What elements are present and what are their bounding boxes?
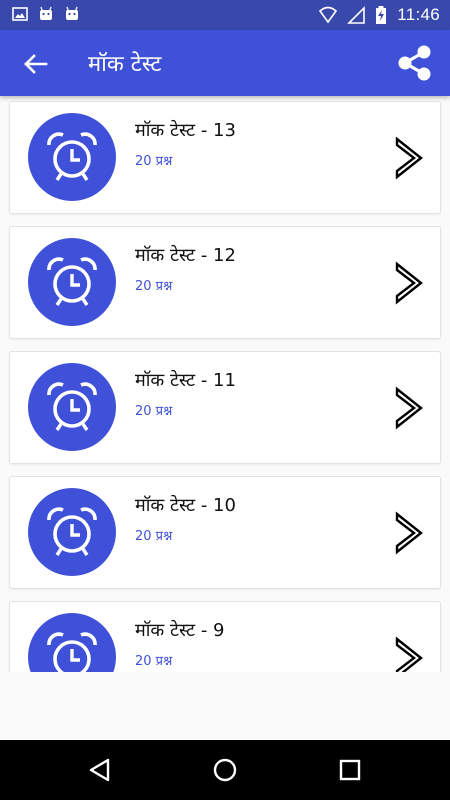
list-item[interactable]: मॉक टेस्ट - 9 20 प्रश्न xyxy=(9,601,441,672)
list-item[interactable]: मॉक टेस्ट - 10 20 प्रश्न xyxy=(9,476,441,589)
avatar xyxy=(28,363,116,451)
test-title: मॉक टेस्ट - 9 xyxy=(135,620,225,641)
chevron-right-icon[interactable] xyxy=(394,636,426,672)
share-icon[interactable] xyxy=(394,42,436,84)
alarm-clock-icon xyxy=(47,257,97,306)
alarm-clock-icon xyxy=(47,132,97,181)
alarm-clock-icon xyxy=(47,507,97,556)
question-count: 20 प्रश्न xyxy=(135,404,173,419)
alarm-clock-icon xyxy=(47,632,97,672)
page-title: मॉक टेस्ट xyxy=(88,52,162,77)
recents-square-icon[interactable] xyxy=(336,756,364,784)
mock-test-list: मॉक टेस्ट - 13 20 प्रश्न मॉक टेस्ट - 12 … xyxy=(0,96,450,672)
status-bar: 11:46 xyxy=(0,0,450,30)
wifi-icon xyxy=(319,6,338,24)
chevron-right-icon[interactable] xyxy=(394,136,426,180)
question-count: 20 प्रश्न xyxy=(135,279,173,294)
question-count: 20 प्रश्न xyxy=(135,529,173,544)
question-count: 20 प्रश्न xyxy=(135,654,173,669)
signal-icon xyxy=(347,6,366,24)
clock: 11:46 xyxy=(397,5,440,24)
alarm-clock-icon xyxy=(47,382,97,431)
avatar xyxy=(28,238,116,326)
test-title: मॉक टेस्ट - 10 xyxy=(135,495,236,516)
image-icon xyxy=(12,7,28,21)
system-nav-bar xyxy=(0,740,450,800)
chevron-right-icon[interactable] xyxy=(394,261,426,305)
home-circle-icon[interactable] xyxy=(211,756,239,784)
android-icon xyxy=(40,6,52,20)
list-item[interactable]: मॉक टेस्ट - 12 20 प्रश्न xyxy=(9,226,441,339)
arrow-left-icon[interactable] xyxy=(20,49,50,79)
chevron-right-icon[interactable] xyxy=(394,511,426,555)
avatar xyxy=(28,488,116,576)
test-title: मॉक टेस्ट - 13 xyxy=(135,120,236,141)
battery-charging-icon xyxy=(376,6,387,24)
test-title: मॉक टेस्ट - 11 xyxy=(135,370,236,391)
test-title: मॉक टेस्ट - 12 xyxy=(135,245,236,266)
app-bar: मॉक टेस्ट xyxy=(0,30,450,96)
list-item[interactable]: मॉक टेस्ट - 11 20 प्रश्न xyxy=(9,351,441,464)
question-count: 20 प्रश्न xyxy=(135,154,173,169)
avatar xyxy=(28,113,116,201)
avatar xyxy=(28,613,116,672)
back-triangle-icon[interactable] xyxy=(86,756,114,784)
list-item[interactable]: मॉक टेस्ट - 13 20 प्रश्न xyxy=(9,101,441,214)
chevron-right-icon[interactable] xyxy=(394,386,426,430)
android-icon xyxy=(66,6,78,20)
